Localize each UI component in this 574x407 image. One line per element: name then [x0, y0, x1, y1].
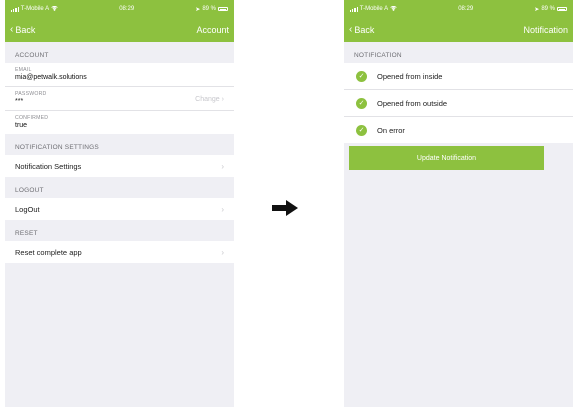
section-header-notification: NOTIFICATION SETTINGS [15, 144, 99, 151]
section-header-reset: RESET [15, 230, 38, 237]
chevron-left-icon: ‹ [349, 24, 353, 35]
update-notification-button[interactable]: Update Notification [349, 146, 544, 170]
section-header-account: ACCOUNT [15, 52, 49, 59]
signal-icon [350, 6, 358, 12]
wifi-icon [51, 5, 58, 13]
page-title: Account [196, 25, 229, 35]
back-label: Back [354, 25, 375, 35]
nav-bar: ‹ Back Account [5, 18, 234, 42]
reset-app-item[interactable]: Reset complete app › [5, 241, 234, 263]
password-row: PASSWORD *** Change › [5, 87, 234, 111]
back-button[interactable]: ‹ Back [10, 24, 36, 36]
check-icon: ✓ [356, 70, 367, 82]
option-opened-outside[interactable]: ✓ Opened from outside [344, 90, 573, 117]
password-value: *** [15, 98, 24, 105]
battery-icon [218, 7, 228, 11]
battery-percent: 89 % [202, 6, 216, 12]
change-password-button[interactable]: Change › [195, 96, 224, 103]
back-button[interactable]: ‹ Back [349, 24, 375, 36]
password-label: PASSWORD [15, 91, 47, 97]
nav-bar: ‹ Back Notification [344, 18, 573, 42]
email-value: mia@petwalk.solutions [15, 74, 87, 81]
logout-item[interactable]: LogOut › [5, 198, 234, 220]
option-label: Opened from outside [377, 98, 448, 108]
battery-percent: 89 % [541, 6, 555, 12]
chevron-right-icon: › [221, 161, 224, 171]
status-time: 08:29 [119, 6, 135, 12]
location-icon: ➤ [534, 6, 540, 13]
battery-icon [557, 7, 567, 11]
carrier-label: T-Mobile A [20, 6, 50, 12]
arrow-right-icon [272, 200, 298, 216]
confirmed-row: CONFIRMED true [5, 111, 234, 134]
wifi-icon [390, 5, 397, 13]
page-title: Notification [523, 25, 568, 35]
check-icon: ✓ [356, 124, 367, 136]
status-bar: T-Mobile A 08:29 ➤ 89 % [5, 0, 234, 18]
chevron-right-icon: › [221, 96, 224, 103]
reset-label: Reset complete app [15, 247, 82, 257]
check-icon: ✓ [356, 97, 367, 109]
email-label: EMAIL [15, 67, 32, 73]
chevron-left-icon: ‹ [10, 24, 14, 35]
notification-settings-label: Notification Settings [15, 161, 82, 171]
option-on-error[interactable]: ✓ On error [344, 117, 573, 143]
option-label: On error [377, 125, 405, 135]
section-header-logout: LOGOUT [15, 187, 44, 194]
account-group: EMAIL mia@petwalk.solutions PASSWORD ***… [5, 63, 234, 134]
confirmed-label: CONFIRMED [15, 115, 49, 121]
option-opened-inside[interactable]: ✓ Opened from inside [344, 63, 573, 90]
status-time: 08:29 [458, 6, 474, 12]
section-header-notification: NOTIFICATION [354, 52, 402, 59]
status-bar: T-Mobile A 08:29 ➤ 89 % [344, 0, 573, 18]
email-row: EMAIL mia@petwalk.solutions [5, 63, 234, 87]
notification-options: ✓ Opened from inside ✓ Opened from outsi… [344, 63, 573, 143]
option-label: Opened from inside [377, 71, 443, 81]
confirmed-value: true [15, 122, 28, 129]
location-icon: ➤ [195, 6, 201, 13]
change-label: Change [195, 96, 220, 103]
signal-icon [11, 6, 19, 12]
carrier-label: T-Mobile A [359, 6, 389, 12]
logout-label: LogOut [15, 204, 40, 214]
account-screen: T-Mobile A 08:29 ➤ 89 % ‹ Back Account A… [5, 0, 234, 407]
notification-settings-item[interactable]: Notification Settings › [5, 155, 234, 177]
notification-screen: T-Mobile A 08:29 ➤ 89 % ‹ Back Notificat… [344, 0, 573, 407]
back-label: Back [15, 25, 36, 35]
chevron-right-icon: › [221, 204, 224, 214]
chevron-right-icon: › [221, 247, 224, 257]
